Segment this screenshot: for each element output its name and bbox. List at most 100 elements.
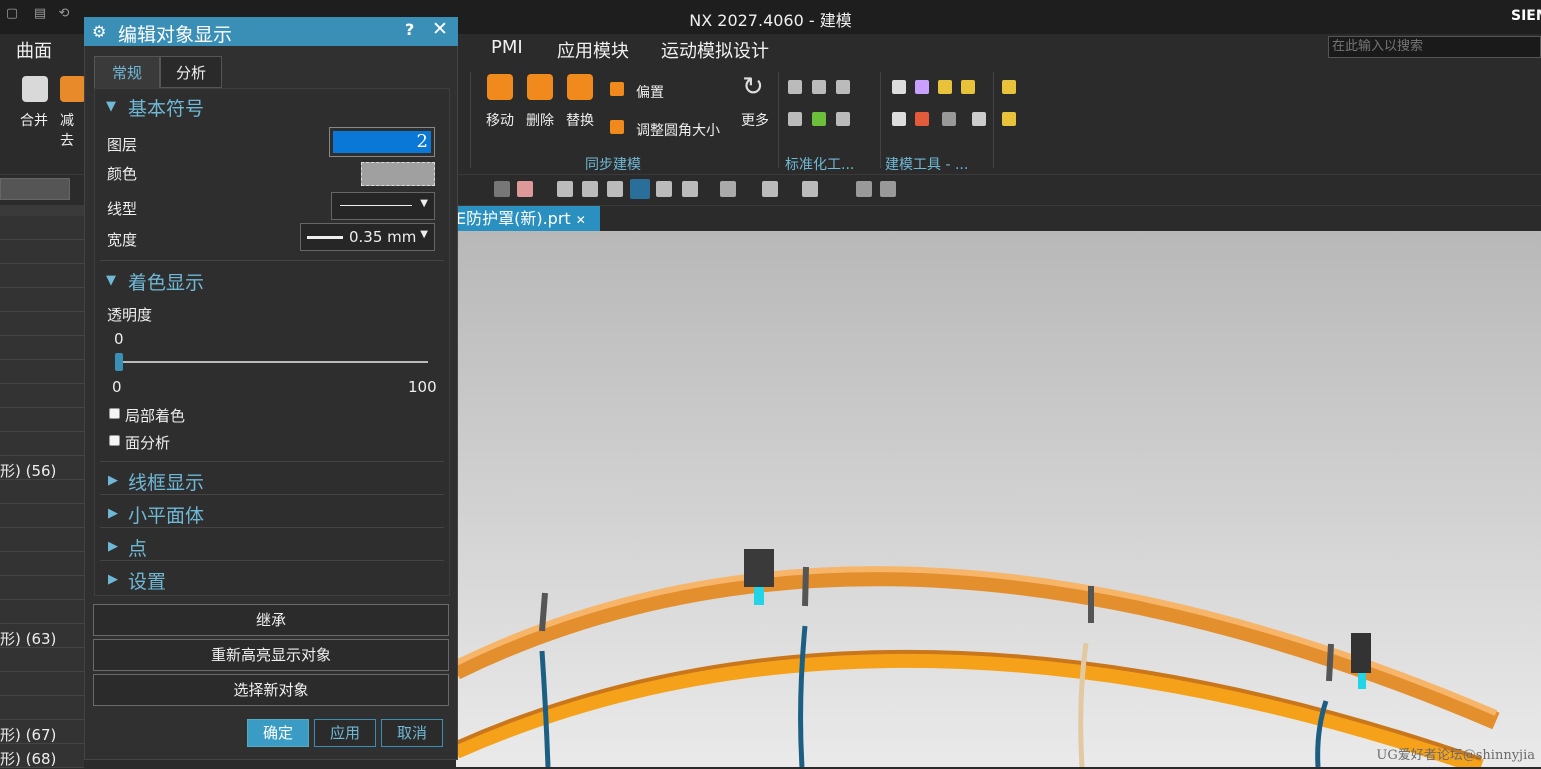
resize-blend-button[interactable]: 调整圆角大小: [636, 120, 720, 140]
list-item[interactable]: [0, 528, 84, 552]
list-item[interactable]: [0, 216, 84, 240]
group-sync-modeling[interactable]: 同步建模: [585, 154, 641, 174]
subtract-button[interactable]: 减去: [60, 110, 84, 150]
replace-face-icon[interactable]: [567, 74, 593, 100]
ok-button[interactable]: 确定: [247, 719, 309, 747]
list-item[interactable]: [0, 360, 84, 384]
list-item[interactable]: [0, 408, 84, 432]
section-basic-symbol[interactable]: 基本符号: [128, 94, 204, 121]
expand-triangle-icon[interactable]: ▶: [108, 572, 118, 587]
folder-icon[interactable]: [938, 80, 952, 94]
list-item[interactable]: [0, 312, 84, 336]
linetype-dropdown[interactable]: ▼: [331, 192, 435, 220]
partial-shading-checkbox[interactable]: [109, 408, 120, 419]
note-icon[interactable]: [892, 112, 906, 126]
hat-icon[interactable]: [720, 181, 736, 197]
list-item[interactable]: [0, 432, 84, 456]
frame-icon[interactable]: [682, 181, 698, 197]
rehighlight-button[interactable]: 重新高亮显示对象: [93, 639, 449, 671]
section-point[interactable]: 点: [128, 534, 147, 561]
undo-icon[interactable]: ⟲: [56, 6, 72, 22]
width-dropdown[interactable]: 0.35 mm ▼: [300, 223, 435, 251]
move-button[interactable]: 移动: [486, 110, 514, 130]
list-item[interactable]: [0, 288, 84, 312]
copy-icon[interactable]: ▢: [4, 6, 20, 22]
list-item[interactable]: [0, 384, 84, 408]
spring-icon[interactable]: [812, 112, 826, 126]
layer-settings-icon[interactable]: [802, 181, 818, 197]
inherit-button[interactable]: 继承: [93, 604, 449, 636]
face-analysis-checkbox[interactable]: [109, 435, 120, 446]
cube-icon[interactable]: [762, 181, 778, 197]
collapse-triangle-icon[interactable]: ▼: [106, 99, 116, 114]
assembly-icon[interactable]: [1002, 112, 1016, 126]
group-standardization[interactable]: 标准化工...: [785, 154, 854, 174]
transparency-slider-thumb[interactable]: [115, 353, 123, 371]
menu-motion[interactable]: 运动模拟设计: [661, 37, 769, 63]
close-button[interactable]: ✕: [432, 18, 448, 40]
menu-surface[interactable]: 曲面: [16, 37, 52, 63]
folder-icon[interactable]: [961, 80, 975, 94]
tab-analysis[interactable]: 分析: [160, 56, 222, 88]
section-facet-body[interactable]: 小平面体: [128, 501, 204, 528]
zoom-icon[interactable]: [582, 181, 598, 197]
expand-triangle-icon[interactable]: ▶: [108, 506, 118, 521]
part-icon[interactable]: [517, 181, 533, 197]
list-item[interactable]: [0, 336, 84, 360]
expand-triangle-icon[interactable]: ▶: [108, 473, 118, 488]
render-mode-icon[interactable]: [630, 179, 650, 199]
standard-part-icon[interactable]: [788, 80, 802, 94]
filter-dropdown[interactable]: [0, 178, 70, 200]
resize-blend-icon[interactable]: [610, 120, 624, 134]
delete-face-icon[interactable]: [527, 74, 553, 100]
edge-icon[interactable]: [656, 181, 672, 197]
more-button[interactable]: 更多: [741, 110, 769, 130]
menu-pmi[interactable]: PMI: [491, 37, 523, 58]
list-item[interactable]: [0, 600, 84, 624]
list-item[interactable]: [0, 648, 84, 672]
tab-general[interactable]: 常规: [94, 56, 160, 88]
unite-button[interactable]: 合并: [20, 110, 48, 130]
list-item[interactable]: [0, 672, 84, 696]
offset-face-icon[interactable]: [610, 82, 624, 96]
list-item[interactable]: [0, 696, 84, 720]
layer-value[interactable]: 2: [333, 131, 431, 153]
section-shaded-display[interactable]: 着色显示: [128, 268, 204, 295]
menu-application[interactable]: 应用模块: [557, 37, 629, 63]
tab-file[interactable]: E防护罩(新).prt ✕: [456, 206, 600, 231]
list-item[interactable]: [0, 552, 84, 576]
select-new-object-button[interactable]: 选择新对象: [93, 674, 449, 706]
list-item[interactable]: [0, 240, 84, 264]
layer-icon[interactable]: [812, 80, 826, 94]
triangle-icon[interactable]: [892, 80, 906, 94]
list-item[interactable]: [0, 480, 84, 504]
table-icon[interactable]: [915, 80, 929, 94]
help-button[interactable]: ?: [405, 20, 414, 39]
brush-icon[interactable]: [915, 112, 929, 126]
fastener-icon[interactable]: [788, 112, 802, 126]
layer-field[interactable]: 2: [329, 127, 435, 157]
more-icon[interactable]: ↻: [742, 72, 764, 102]
offset-button[interactable]: 偏置: [636, 82, 664, 102]
fit-icon[interactable]: [557, 181, 573, 197]
assembly-icon[interactable]: [1002, 80, 1016, 94]
subtract-icon[interactable]: [60, 76, 86, 102]
list-item[interactable]: [0, 576, 84, 600]
group-modeling-tools[interactable]: 建模工具 - ...: [885, 154, 968, 174]
ruler-icon[interactable]: [880, 181, 896, 197]
rotate-icon[interactable]: [607, 181, 623, 197]
replace-button[interactable]: 替换: [566, 110, 594, 130]
pen-icon[interactable]: [856, 181, 872, 197]
collapse-triangle-icon[interactable]: ▼: [106, 273, 116, 288]
transparency-slider-track[interactable]: [118, 361, 428, 363]
unite-icon[interactable]: [22, 76, 48, 102]
section-settings[interactable]: 设置: [128, 567, 166, 594]
list-item[interactable]: [0, 504, 84, 528]
expand-triangle-icon[interactable]: ▶: [108, 539, 118, 554]
delete-button[interactable]: 删除: [526, 110, 554, 130]
gear-part-icon[interactable]: [836, 80, 850, 94]
graphics-viewport[interactable]: UG爱好者论坛@shinnyjia: [456, 231, 1541, 767]
close-icon[interactable]: ✕: [576, 213, 586, 227]
section-wireframe-display[interactable]: 线框显示: [128, 468, 204, 495]
shaded-icon[interactable]: [494, 181, 510, 197]
